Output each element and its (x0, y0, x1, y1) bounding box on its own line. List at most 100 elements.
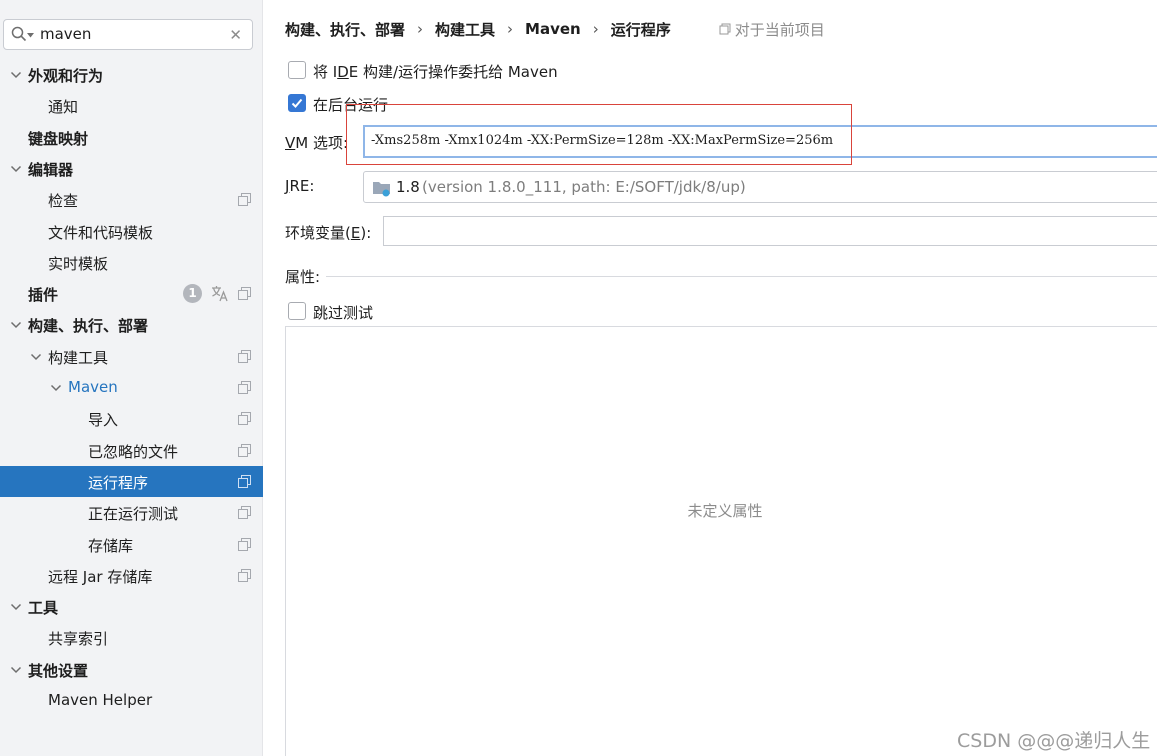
properties-empty-text: 未定义属性 (687, 502, 763, 520)
sidebar-item[interactable]: 共享索引 (0, 622, 263, 653)
sidebar-item-label: 远程 Jar 存储库 (48, 567, 153, 586)
project-scope-icon (719, 23, 731, 35)
breadcrumb-separator: › (417, 20, 424, 38)
sidebar-item[interactable]: 构建、执行、部署 (0, 309, 263, 340)
sidebar-item[interactable]: 正在运行测试 (0, 497, 263, 528)
scope-hint: 对于当前项目 (719, 19, 825, 40)
jdk-folder-icon (373, 182, 390, 197)
project-scope-icon (238, 193, 251, 207)
sidebar-item[interactable]: 工具 (0, 591, 263, 622)
sidebar-item[interactable]: 已忽略的文件 (0, 435, 263, 466)
breadcrumb-item[interactable]: 构建、执行、部署 (285, 19, 405, 40)
sidebar-item-label: 文件和代码模板 (48, 223, 154, 242)
sidebar-item[interactable]: 运行程序 (0, 465, 263, 497)
jre-version: 1.8 (396, 178, 420, 196)
sidebar-item-label: 检查 (48, 192, 79, 211)
project-scope-icon (238, 506, 251, 520)
sidebar-item[interactable]: 其他设置 (0, 654, 263, 685)
vm-options-value[interactable]: -Xms258m -Xmx1024m -XX:PermSize=128m -XX… (371, 133, 833, 148)
project-scope-icon (238, 474, 251, 488)
chevron-down-icon[interactable] (10, 319, 22, 331)
sidebar-item[interactable]: 键盘映射 (0, 122, 263, 153)
sidebar-item[interactable]: Maven (0, 372, 263, 403)
sidebar-item-label: 通知 (48, 98, 79, 117)
properties-divider (326, 276, 1157, 277)
project-scope-icon (238, 287, 251, 301)
chevron-down-icon[interactable] (30, 351, 42, 363)
search-options-dropdown-icon[interactable] (27, 33, 34, 38)
sidebar-item[interactable]: 导入 (0, 403, 263, 434)
sidebar-item-label: 已忽略的文件 (88, 442, 179, 461)
sidebar-item-label: 构建、执行、部署 (28, 317, 149, 336)
sidebar-item-label: 工具 (28, 599, 59, 618)
settings-sidebar: maven ✕ 外观和行为通知键盘映射编辑器检查文件和代码模板 实时模板插件 1 构建… (0, 0, 263, 756)
sidebar-item[interactable]: 构建工具 (0, 341, 263, 372)
sidebar-item-label: 构建工具 (48, 348, 109, 367)
update-count-badge: 1 (183, 284, 202, 304)
sidebar-item[interactable]: 检查 (0, 184, 263, 215)
sidebar-item[interactable]: 文件和代码模板 (0, 216, 263, 247)
skip-tests-label[interactable]: 跳过测试 (313, 302, 373, 323)
project-scope-icon (238, 412, 251, 426)
properties-title: 属性: (285, 268, 321, 286)
vm-options-input[interactable]: -Xms258m -Xmx1024m -XX:PermSize=128m -XX… (363, 125, 1157, 158)
vm-options-label: VM 选项: (285, 134, 349, 152)
skip-tests-checkbox[interactable] (288, 302, 306, 320)
sidebar-item[interactable]: 远程 Jar 存储库 (0, 560, 263, 591)
jre-details: (version 1.8.0_111, path: E:/SOFT/jdk/8/… (422, 178, 746, 196)
clear-search-icon[interactable]: ✕ (229, 26, 242, 44)
env-vars-label: 环境变量(E): (285, 224, 372, 242)
run-in-background-label[interactable]: 在后台运行 (313, 94, 388, 115)
sidebar-item-label: 实时模板 (48, 254, 109, 273)
sidebar-item[interactable]: 编辑器 (0, 153, 263, 184)
project-scope-icon (238, 443, 251, 457)
chevron-down-icon[interactable] (10, 664, 22, 676)
jre-select[interactable]: 1.8 (version 1.8.0_111, path: E:/SOFT/jd… (363, 171, 1157, 203)
translate-icon (212, 286, 228, 302)
search-input[interactable]: maven (40, 25, 91, 43)
chevron-down-icon[interactable] (50, 382, 62, 394)
sidebar-item-label: 正在运行测试 (88, 505, 179, 524)
sidebar-item[interactable]: 实时模板 (0, 247, 263, 278)
sidebar-item-label: Maven Helper (48, 691, 153, 709)
chevron-down-icon[interactable] (10, 69, 22, 81)
breadcrumb-item[interactable]: Maven (525, 20, 581, 38)
project-scope-icon (238, 568, 251, 582)
sidebar-item-label: 编辑器 (28, 160, 74, 179)
properties-table[interactable]: 未定义属性 (285, 326, 1157, 756)
sidebar-item-label: 外观和行为 (28, 67, 104, 85)
breadcrumb-separator: › (507, 20, 514, 38)
watermark: CSDN @@@递归人生 (957, 730, 1151, 752)
scope-hint-text: 对于当前项目 (734, 20, 825, 39)
sidebar-item[interactable]: Maven Helper (0, 685, 263, 716)
settings-content: 构建、执行、部署 › 构建工具 › Maven › 运行程序 对于当前项目 将 … (263, 0, 1157, 756)
chevron-down-icon[interactable] (10, 163, 22, 175)
breadcrumb-item[interactable]: 构建工具 (435, 19, 495, 40)
search-icon (11, 26, 27, 42)
sidebar-item-label: 共享索引 (48, 630, 109, 649)
run-in-background-checkbox[interactable] (288, 94, 306, 112)
sidebar-item[interactable]: 存储库 (0, 529, 263, 560)
sidebar-item-label: Maven (68, 378, 118, 396)
sidebar-item[interactable]: 外观和行为 (0, 59, 263, 90)
chevron-down-icon[interactable] (10, 601, 22, 613)
sidebar-item-label: 导入 (88, 411, 119, 430)
sidebar-item-label: 存储库 (88, 536, 134, 555)
sidebar-item-label: 其他设置 (28, 661, 89, 680)
sidebar-item-label: 插件 (28, 286, 59, 305)
sidebar-item[interactable]: 插件 1 (0, 278, 263, 309)
settings-window: maven ✕ 外观和行为通知键盘映射编辑器检查文件和代码模板 实时模板插件 1 构建… (0, 0, 1157, 756)
sidebar-item[interactable]: 通知 (0, 90, 263, 121)
jre-label: JRE: (285, 177, 315, 195)
project-scope-icon (238, 349, 251, 363)
delegate-to-maven-checkbox[interactable] (288, 61, 306, 79)
breadcrumb-separator: › (592, 20, 599, 38)
search-field[interactable]: maven ✕ (3, 19, 253, 50)
sidebar-item-label: 键盘映射 (28, 129, 89, 148)
sidebar-item-label: 运行程序 (88, 473, 149, 492)
breadcrumb: 构建、执行、部署 › 构建工具 › Maven › 运行程序 对于当前项目 (285, 18, 825, 40)
checkmark-icon (291, 98, 303, 108)
breadcrumb-item-current: 运行程序 (610, 20, 671, 39)
env-vars-input[interactable] (383, 216, 1157, 246)
delegate-to-maven-label[interactable]: 将 IDE 构建/运行操作委托给 Maven (313, 61, 558, 82)
